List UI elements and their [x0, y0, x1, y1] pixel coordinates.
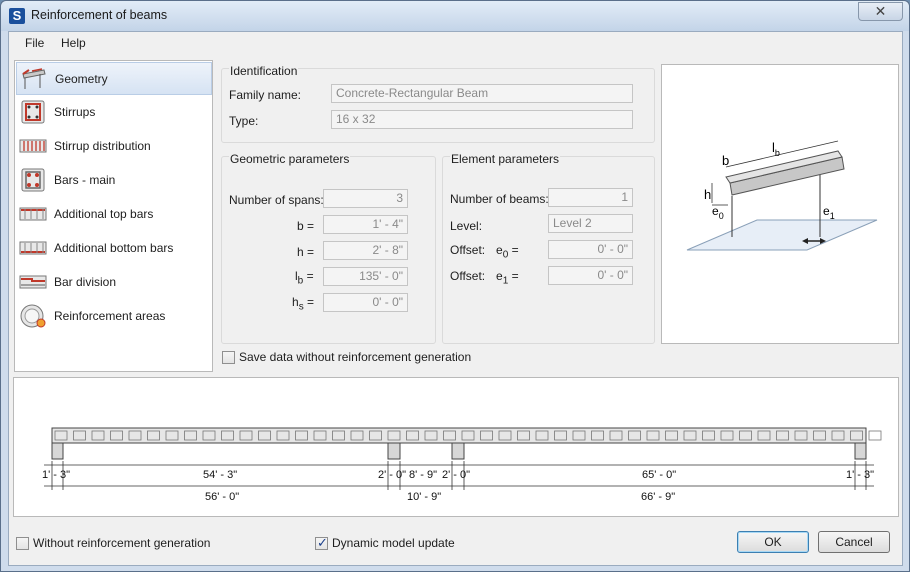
- sidebar-item-additional-bottom-bars[interactable]: Additional bottom bars: [16, 232, 212, 265]
- hs-label: hs =: [292, 295, 315, 313]
- span-dimension-drawing: 1' - 3" 54' - 3" 2' - 0" 8' - 9" 2' - 0"…: [42, 427, 882, 503]
- b-label: b =: [297, 219, 315, 233]
- e0-symbol: e0 =: [496, 243, 519, 261]
- sidebar-item-geometry[interactable]: Geometry: [16, 62, 212, 95]
- geometry-icon: [22, 68, 46, 89]
- beam-3d-drawing: lb b h e0 e1: [686, 140, 878, 251]
- without-reinforcement-checkbox[interactable]: [16, 537, 29, 550]
- span-diagram: 1' - 3" 54' - 3" 2' - 0" 8' - 9" 2' - 0"…: [13, 377, 899, 517]
- title-bar: S Reinforcement of beams ✕: [1, 1, 909, 31]
- dim-top-3: 2' - 0": [378, 469, 406, 481]
- b-field[interactable]: 1' - 4": [323, 215, 408, 234]
- sidebar-item-additional-top-bars[interactable]: Additional top bars: [16, 198, 212, 231]
- additional-top-bars-icon: [19, 207, 47, 221]
- offset-e0-field[interactable]: 0' - 0": [548, 240, 633, 259]
- offset-e0-label: Offset:: [450, 243, 486, 257]
- sidebar-item-label: Bars - main: [54, 173, 116, 187]
- h-label: h =: [297, 245, 315, 259]
- sidebar-item-label: Additional top bars: [54, 207, 154, 221]
- reinforcement-areas-icon: [20, 304, 46, 328]
- bars-main-icon: [21, 168, 45, 192]
- number-of-beams-field[interactable]: 1: [548, 188, 633, 207]
- preview-e0-label: e0: [712, 204, 724, 221]
- beam-preview: lb b h e0 e1: [661, 64, 899, 344]
- close-button[interactable]: ✕: [858, 2, 903, 21]
- preview-e1-label: e1: [823, 204, 835, 221]
- geometric-parameters-group: Geometric parameters Number of spans: 3 …: [221, 152, 436, 344]
- dim-bottom-2: 10' - 9": [407, 491, 441, 503]
- number-of-spans-label: Number of spans:: [229, 193, 324, 207]
- level-field[interactable]: Level 2: [548, 214, 633, 233]
- sidebar-item-stirrups[interactable]: Stirrups: [16, 96, 212, 129]
- menu-file[interactable]: File: [25, 36, 44, 50]
- number-of-beams-label: Number of beams:: [450, 192, 549, 206]
- number-of-spans-field[interactable]: 3: [323, 189, 408, 208]
- window-title: Reinforcement of beams: [31, 8, 168, 22]
- menu-bar: File Help: [9, 32, 902, 54]
- preview-b-label: b: [722, 153, 729, 168]
- identification-group: Identification Family name: Concrete-Rec…: [221, 64, 655, 143]
- sidebar-item-bars-main[interactable]: Bars - main: [16, 164, 212, 197]
- dynamic-model-update-checkbox[interactable]: [315, 535, 328, 551]
- dim-bottom-3: 66' - 9": [641, 491, 675, 503]
- dialog-body: File Help Geometry Stirrups Stirrup dist…: [8, 31, 903, 566]
- geometric-parameters-title: Geometric parameters: [229, 152, 351, 166]
- dim-top-1: 1' - 3": [42, 469, 70, 481]
- type-label: Type:: [229, 114, 259, 128]
- type-field[interactable]: 16 x 32: [331, 110, 633, 129]
- sidebar: Geometry Stirrups Stirrup distribution B…: [14, 60, 213, 372]
- menu-help[interactable]: Help: [61, 36, 86, 50]
- lb-label: lb =: [295, 269, 314, 287]
- level-label: Level:: [450, 219, 483, 233]
- hs-field[interactable]: 0' - 0": [323, 293, 408, 312]
- app-icon: S: [9, 8, 25, 24]
- sidebar-item-label: Stirrup distribution: [54, 139, 151, 153]
- sidebar-item-label: Geometry: [55, 72, 108, 86]
- family-name-label: Family name:: [229, 88, 302, 102]
- identification-title: Identification: [229, 64, 299, 78]
- dynamic-model-update-label: Dynamic model update: [332, 536, 455, 550]
- preview-lb-label: lb: [772, 140, 780, 158]
- sidebar-item-label: Additional bottom bars: [54, 241, 174, 255]
- bar-division-icon: [19, 275, 47, 289]
- dim-top-2: 54' - 3": [203, 469, 237, 481]
- lb-field[interactable]: 135' - 0": [323, 267, 408, 286]
- additional-bottom-bars-icon: [19, 241, 47, 255]
- sidebar-item-label: Stirrups: [54, 105, 96, 119]
- cancel-button[interactable]: Cancel: [818, 531, 890, 553]
- stirrups-icon: [21, 100, 45, 124]
- dim-bottom-1: 56' - 0": [205, 491, 239, 503]
- element-parameters-title: Element parameters: [450, 152, 561, 166]
- reinforcement-dialog: S Reinforcement of beams ✕ File Help Geo…: [0, 0, 910, 572]
- sidebar-item-reinforcement-areas[interactable]: Reinforcement areas: [16, 300, 212, 333]
- sidebar-item-label: Bar division: [54, 275, 117, 289]
- stirrup-distribution-icon: [19, 139, 47, 153]
- dim-top-4: 8' - 9": [409, 469, 437, 481]
- sidebar-item-bar-division[interactable]: Bar division: [16, 266, 212, 299]
- element-parameters-group: Element parameters Number of beams: 1 Le…: [442, 152, 655, 344]
- sidebar-item-label: Reinforcement areas: [54, 309, 166, 323]
- without-reinforcement-label: Without reinforcement generation: [33, 536, 211, 550]
- save-without-reinforcement-checkbox[interactable]: [222, 351, 235, 364]
- offset-e1-label: Offset:: [450, 269, 486, 283]
- preview-h-label: h: [704, 187, 711, 202]
- h-field[interactable]: 2' - 8": [323, 241, 408, 260]
- dim-top-6: 65' - 0": [642, 469, 676, 481]
- save-without-reinforcement-label: Save data without reinforcement generati…: [239, 350, 472, 364]
- e1-symbol: e1 =: [496, 269, 519, 287]
- dim-top-5: 2' - 0": [442, 469, 470, 481]
- offset-e1-field[interactable]: 0' - 0": [548, 266, 633, 285]
- dim-top-7: 1' - 3": [846, 469, 874, 481]
- family-name-field[interactable]: Concrete-Rectangular Beam: [331, 84, 633, 103]
- sidebar-item-stirrup-distribution[interactable]: Stirrup distribution: [16, 130, 212, 163]
- ok-button[interactable]: OK: [737, 531, 809, 553]
